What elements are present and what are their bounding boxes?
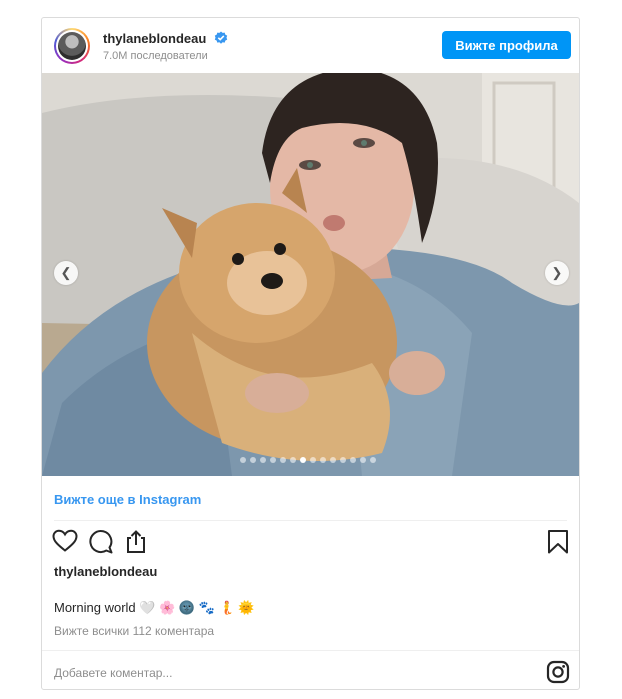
avatar[interactable] [54, 28, 90, 64]
carousel-dot [320, 457, 326, 463]
carousel-dot [330, 457, 336, 463]
see-more-on-instagram-link[interactable]: Вижте още в Instagram [54, 492, 201, 507]
view-profile-button[interactable]: Вижте профила [442, 31, 571, 59]
carousel-prev-button[interactable]: ❮ [54, 261, 78, 285]
carousel-dot [240, 457, 246, 463]
instagram-logo-icon[interactable] [546, 660, 570, 684]
post-header: thylaneblondeau 7.0M последователи Вижте… [42, 18, 579, 73]
action-bar [42, 526, 579, 558]
carousel-next-button[interactable]: ❯ [545, 261, 569, 285]
verified-badge-icon [214, 31, 228, 44]
carousel-dot [250, 457, 256, 463]
caption-username[interactable]: thylaneblondeau [54, 564, 157, 579]
add-comment-input[interactable]: Добавете коментар... [54, 666, 172, 680]
carousel-dot [290, 457, 296, 463]
carousel-dot [260, 457, 266, 463]
post-photo [42, 73, 579, 476]
carousel-dot [360, 457, 366, 463]
carousel-dot [280, 457, 286, 463]
chevron-right-icon: ❯ [551, 265, 563, 280]
username[interactable]: thylaneblondeau [103, 31, 206, 46]
heart-icon[interactable] [52, 529, 78, 553]
avatar-image [58, 32, 86, 60]
carousel-dot [310, 457, 316, 463]
instagram-embed-card: thylaneblondeau 7.0M последователи Вижте… [41, 17, 580, 690]
carousel-dot [350, 457, 356, 463]
divider [42, 650, 579, 651]
share-icon[interactable] [123, 529, 149, 555]
carousel-dot [340, 457, 346, 463]
chevron-left-icon: ❮ [60, 265, 72, 280]
carousel-dot [270, 457, 276, 463]
view-all-comments-link[interactable]: Вижте всички 112 коментара [54, 624, 214, 638]
carousel-dot [370, 457, 376, 463]
carousel-indicator [240, 457, 376, 463]
carousel-dot [300, 457, 306, 463]
follower-count: 7.0M последователи [103, 50, 208, 62]
caption-text: Morning world 🤍 🌸 🌚 🐾 🧜 🌞 [54, 600, 255, 615]
bookmark-icon[interactable] [547, 529, 569, 555]
post-image[interactable]: ❮ ❯ [42, 73, 579, 476]
divider [54, 520, 567, 521]
comment-bubble-icon[interactable] [88, 529, 114, 555]
